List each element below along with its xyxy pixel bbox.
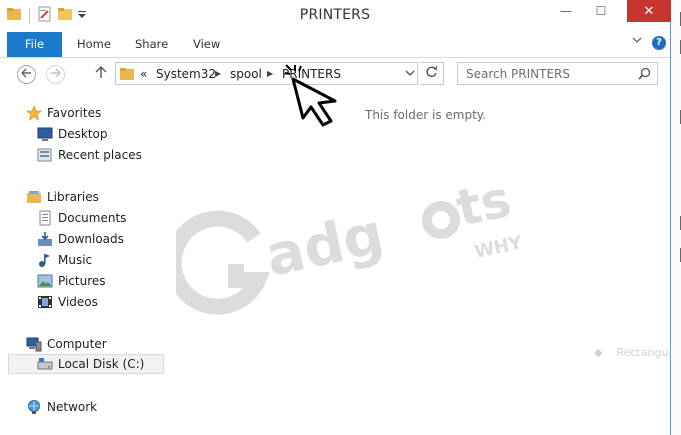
breadcrumb-spool[interactable]: spool [230, 67, 262, 81]
nav-libraries[interactable]: Libraries [26, 187, 99, 207]
maximize-icon: ☐ [595, 4, 607, 18]
watermark-suffix: ts [451, 170, 516, 238]
empty-folder-message: This folder is empty. [365, 108, 486, 122]
breadcrumb-system32[interactable]: System32 [156, 67, 216, 81]
address-dropdown-icon[interactable] [405, 69, 415, 80]
nav-label: Documents [58, 211, 127, 225]
minimize-icon: — [560, 4, 572, 18]
nav-label: Network [47, 400, 98, 414]
nav-music[interactable]: Music [37, 250, 92, 270]
breadcrumb-chevron-icon[interactable]: ▶ [267, 69, 273, 78]
expand-ribbon-chevron-icon[interactable] [632, 36, 642, 47]
nav-label: Local Disk (C:) [58, 357, 145, 371]
search-icon[interactable] [638, 67, 651, 83]
maximize-button[interactable]: ☐ [586, 0, 616, 22]
nav-label: Computer [47, 337, 107, 351]
videos-icon [37, 294, 53, 310]
nav-label: Music [58, 253, 93, 267]
nav-favorites[interactable]: Favorites [26, 103, 101, 123]
nav-documents[interactable]: Documents [37, 208, 126, 228]
arrow-left-icon [21, 68, 32, 81]
local-disk-icon [37, 356, 53, 372]
documents-icon [37, 210, 53, 226]
close-icon: ✕ [643, 3, 655, 19]
up-button[interactable] [95, 66, 107, 83]
navigation-pane: Favorites Desktop Recent places Librarie… [0, 98, 166, 435]
nav-pictures[interactable]: Pictures [37, 271, 106, 291]
network-icon [26, 399, 42, 415]
arrow-right-icon [50, 68, 61, 81]
nav-label: Videos [58, 295, 98, 309]
nav-label: Pictures [58, 274, 106, 288]
downloads-icon [37, 231, 53, 247]
refresh-button[interactable] [420, 62, 444, 85]
breadcrumb-overflow[interactable]: « [140, 67, 147, 81]
nav-label: Favorites [47, 106, 102, 120]
libraries-icon [26, 189, 42, 205]
nav-label: Desktop [58, 127, 108, 141]
desktop-edge [671, 0, 681, 435]
refresh-icon [425, 65, 438, 82]
help-button[interactable]: ? [652, 36, 666, 50]
forward-button[interactable] [46, 65, 65, 84]
nav-local-disk-c[interactable]: Local Disk (C:) [8, 354, 164, 374]
address-bar[interactable]: « System32 ▶ spool ▶ PRINTERS [115, 62, 418, 85]
diamond-icon: ◆ [594, 346, 603, 359]
nav-downloads[interactable]: Downloads [37, 229, 124, 249]
tab-file[interactable]: File [7, 32, 62, 57]
tab-view[interactable]: View [193, 32, 220, 57]
nav-network[interactable]: Network [26, 397, 97, 417]
close-button[interactable]: ✕ [627, 0, 671, 22]
back-button[interactable] [17, 65, 36, 84]
nav-label: Downloads [58, 232, 124, 246]
watermark-tag: WHY [473, 232, 525, 263]
arrow-up-icon [95, 66, 107, 83]
pictures-icon [37, 273, 53, 289]
minimize-button[interactable]: — [551, 0, 581, 22]
breadcrumb-chevron-icon[interactable]: ▶ [215, 69, 221, 78]
search-input[interactable] [458, 63, 636, 84]
nav-desktop[interactable]: Desktop [37, 124, 108, 144]
explorer-window: PRINTERS — ☐ ✕ File Home Share View ? « … [0, 0, 671, 435]
nav-label: Recent places [58, 148, 142, 162]
watermark-logo: adg ts WHY [165, 168, 536, 328]
background-rectangle-hint: ◆ Rectangul [594, 346, 671, 359]
search-box[interactable] [457, 62, 658, 85]
recent-places-icon [37, 147, 53, 163]
nav-videos[interactable]: Videos [37, 292, 98, 312]
music-icon [37, 252, 53, 268]
nav-computer[interactable]: Computer [26, 334, 107, 354]
mouse-pointer-icon [283, 63, 353, 136]
tab-home[interactable]: Home [77, 32, 111, 57]
background-hint-label: Rectangul [616, 346, 672, 359]
ribbon-tab-bar: File Home Share View [0, 32, 670, 58]
tab-share[interactable]: Share [135, 32, 168, 57]
nav-label: Libraries [47, 190, 99, 204]
nav-recent-places[interactable]: Recent places [37, 145, 142, 165]
star-icon [26, 105, 42, 121]
desktop-icon [37, 126, 53, 142]
computer-icon [26, 336, 42, 352]
folder-icon [119, 66, 135, 85]
watermark-brand: adg [260, 202, 389, 290]
title-bar: PRINTERS — ☐ ✕ [0, 0, 671, 32]
